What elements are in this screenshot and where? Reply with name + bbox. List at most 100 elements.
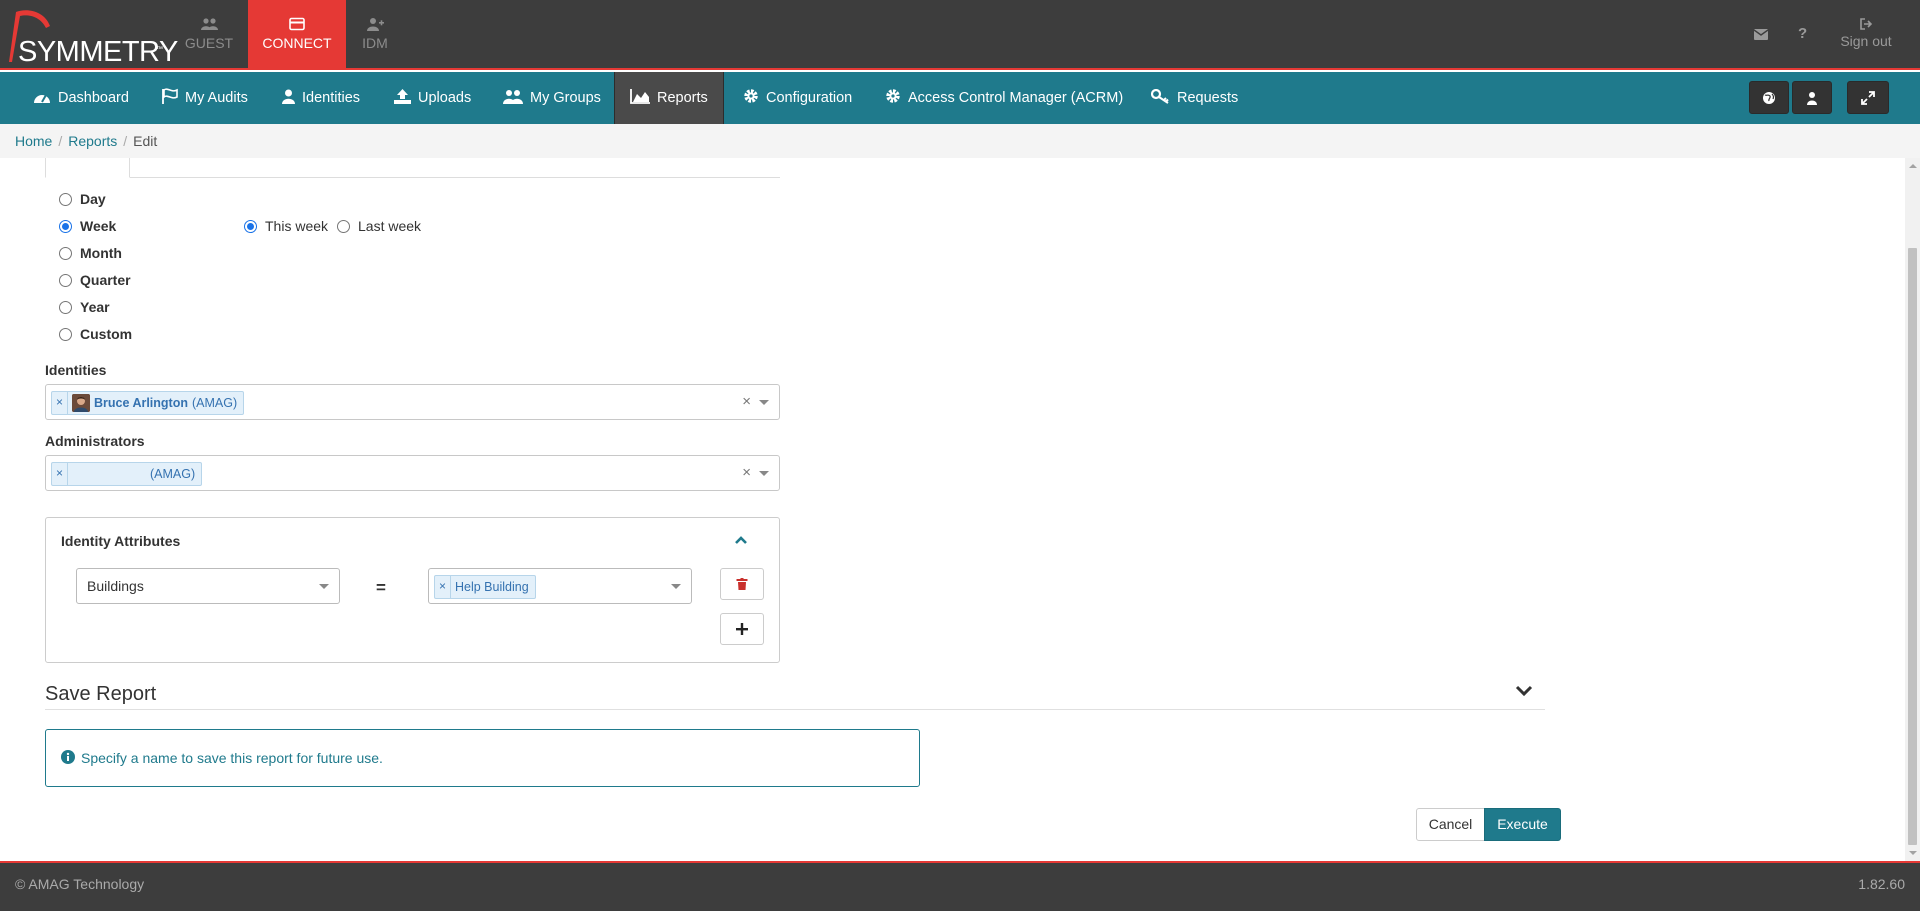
avatar	[72, 394, 90, 412]
info-icon	[61, 750, 75, 764]
radio-button[interactable]	[59, 327, 72, 341]
radio-button[interactable]	[59, 300, 72, 314]
chevron-down-icon[interactable]	[1515, 684, 1533, 700]
remove-tag-icon[interactable]: ×	[52, 392, 68, 414]
nav-my-audits-label: My Audits	[185, 90, 248, 106]
app-tab-guest[interactable]: GUEST	[160, 0, 258, 70]
users-icon	[200, 18, 218, 30]
chevron-down-icon[interactable]	[759, 400, 769, 405]
gear-icon	[886, 89, 900, 103]
execute-button[interactable]: Execute	[1484, 808, 1561, 841]
remove-tag-icon[interactable]: ×	[52, 463, 68, 485]
identity-tag-suffix: (AMAG)	[191, 396, 238, 410]
scroll-down-icon[interactable]	[1909, 851, 1917, 855]
chevron-down-icon[interactable]	[319, 584, 329, 589]
save-report-header[interactable]: Save Report	[45, 680, 1545, 710]
fullscreen-button[interactable]	[1847, 81, 1889, 114]
footer-copyright: © AMAG Technology	[15, 876, 145, 892]
sign-out-icon	[1859, 18, 1872, 30]
radio-button[interactable]	[59, 273, 72, 287]
period-option-day[interactable]: Day	[59, 189, 106, 209]
sign-out-button[interactable]: Sign out	[1838, 18, 1894, 49]
chevron-up-icon[interactable]	[734, 532, 748, 548]
radio-button[interactable]	[244, 219, 257, 233]
tab-relative[interactable]: Relative	[45, 158, 130, 178]
week-option-label: This week	[265, 218, 329, 234]
nav-my-audits[interactable]: My Audits	[161, 72, 248, 124]
period-tabs: Relative Absolute	[45, 158, 780, 178]
nav-uploads[interactable]: Uploads	[394, 72, 471, 124]
app-tab-idm[interactable]: IDM	[326, 0, 424, 70]
page-scrollbar[interactable]	[1905, 158, 1920, 861]
clear-icon[interactable]: ×	[742, 464, 751, 481]
dashboard-icon	[34, 94, 50, 103]
radio-button[interactable]	[59, 192, 72, 206]
administrator-tag-suffix: (AMAG)	[150, 467, 196, 481]
nav-configuration[interactable]: Configuration	[743, 72, 852, 124]
cancel-button[interactable]: Cancel	[1416, 808, 1485, 841]
identity-tag-name: Bruce Arlington	[94, 396, 188, 410]
attribute-value-select[interactable]: × Help Building	[428, 568, 692, 604]
nav-configuration-label: Configuration	[766, 90, 853, 106]
nav-acrm[interactable]: Access Control Manager (ACRM)	[885, 72, 1123, 124]
flag-icon	[162, 88, 178, 104]
week-option-label: Last week	[358, 218, 422, 234]
nav-my-groups[interactable]: My Groups	[503, 72, 601, 124]
scrollbar-thumb[interactable]	[1908, 248, 1917, 845]
lock-user-button[interactable]	[1792, 81, 1832, 114]
mail-icon[interactable]	[1753, 27, 1769, 43]
users-icon	[503, 90, 523, 104]
week-option-this-week[interactable]: This week	[244, 216, 328, 236]
delete-attribute-button[interactable]	[720, 568, 764, 600]
save-report-title: Save Report	[45, 683, 157, 705]
clear-icon[interactable]: ×	[742, 393, 751, 410]
gear-icon	[744, 89, 758, 103]
globe-button[interactable]	[1749, 81, 1789, 114]
globe-icon	[1763, 91, 1775, 104]
attribute-select[interactable]: Buildings	[76, 568, 340, 604]
period-option-month[interactable]: Month	[59, 243, 122, 263]
operator-equals: =	[376, 578, 386, 597]
period-option-label: Quarter	[80, 272, 131, 288]
attribute-select-value: Buildings	[87, 578, 144, 594]
top-bar: SYMMETRY ™ GUEST CONNECT IDM ? Sign out	[0, 0, 1920, 70]
nav-reports[interactable]: Reports	[614, 72, 724, 124]
tab-absolute[interactable]: Absolute	[128, 158, 214, 178]
administrators-select[interactable]: × (AMAG) ×	[45, 455, 780, 491]
period-option-custom[interactable]: Custom	[59, 324, 132, 344]
nav-dashboard[interactable]: Dashboard	[33, 72, 129, 124]
nav-requests[interactable]: Requests	[1150, 72, 1238, 124]
identities-select[interactable]: × Bruce Arlington (AMAG) ×	[45, 384, 780, 420]
app-tab-connect-label: CONNECT	[262, 35, 332, 51]
add-attribute-button[interactable]	[720, 613, 764, 645]
nav-identities-label: Identities	[302, 90, 361, 106]
period-option-week[interactable]: Week	[59, 216, 116, 236]
breadcrumb-separator: /	[58, 133, 63, 149]
chevron-down-icon[interactable]	[671, 584, 681, 589]
breadcrumb-home[interactable]: Home	[15, 133, 52, 149]
scroll-up-icon[interactable]	[1909, 164, 1917, 168]
identity-attributes-panel: Identity Attributes Buildings = × Help B…	[45, 517, 780, 663]
radio-button[interactable]	[337, 219, 350, 233]
remove-tag-icon[interactable]: ×	[435, 576, 451, 598]
period-option-year[interactable]: Year	[59, 297, 110, 317]
save-report-info-text: Specify a name to save this report for f…	[81, 750, 383, 766]
footer-version: 1.82.60	[1858, 876, 1905, 892]
chevron-down-icon[interactable]	[759, 471, 769, 476]
nav-identities[interactable]: Identities	[282, 72, 360, 124]
symmetry-logo[interactable]: SYMMETRY ™	[6, 8, 178, 68]
radio-button[interactable]	[59, 246, 72, 260]
nav-my-groups-label: My Groups	[530, 90, 601, 106]
period-option-quarter[interactable]: Quarter	[59, 270, 131, 290]
expand-icon	[1861, 90, 1875, 105]
area-chart-icon	[630, 89, 650, 104]
nav-dashboard-label: Dashboard	[58, 90, 129, 106]
breadcrumb-reports[interactable]: Reports	[68, 133, 117, 149]
help-icon[interactable]: ?	[1798, 25, 1807, 42]
app-tab-guest-label: GUEST	[184, 35, 234, 51]
user-icon	[282, 89, 295, 104]
week-option-last-week[interactable]: Last week	[337, 216, 421, 236]
radio-button[interactable]	[59, 219, 72, 233]
save-report-info: Specify a name to save this report for f…	[45, 729, 920, 787]
breadcrumb-separator: /	[123, 133, 128, 149]
